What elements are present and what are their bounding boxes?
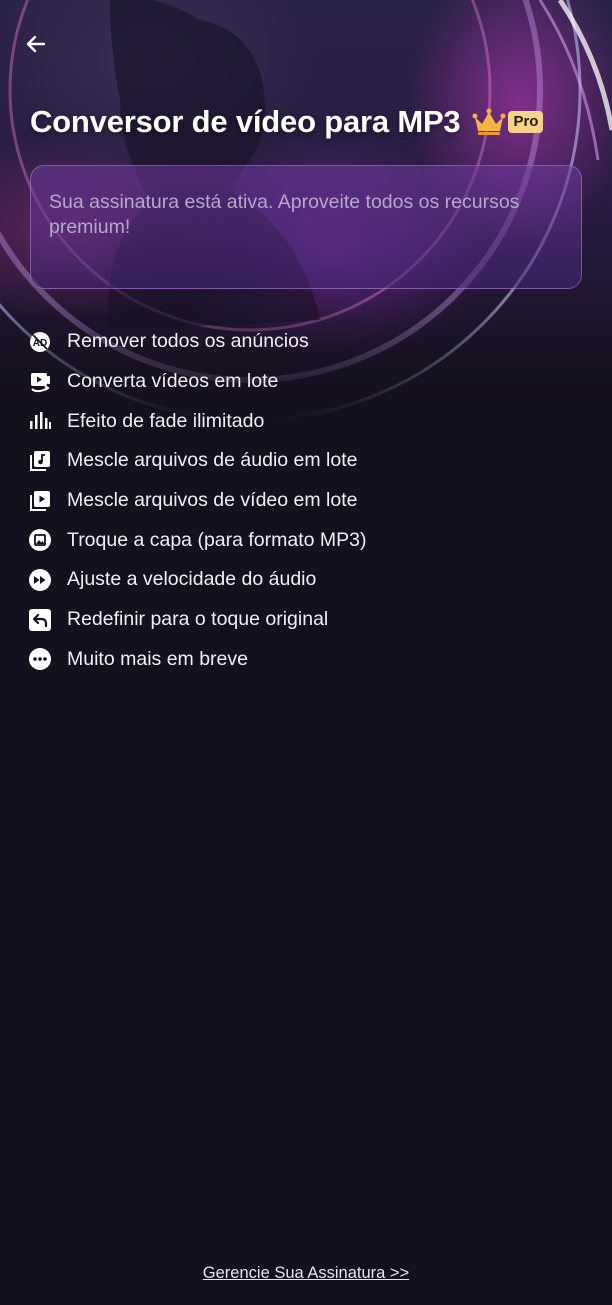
batch-video-convert-icon	[28, 370, 52, 394]
feature-label: Efeito de fade ilimitado	[67, 409, 265, 432]
feature-list: AD Remover todos os anúncios Converta ví…	[28, 322, 588, 679]
feature-label: Remover todos os anúncios	[67, 330, 309, 353]
feature-label: Muito mais em breve	[67, 647, 248, 670]
feature-label: Mescle arquivos de áudio em lote	[67, 449, 358, 472]
feature-label: Troque a capa (para formato MP3)	[67, 528, 367, 551]
ad-icon: AD	[28, 330, 52, 354]
page-title: Conversor de vídeo para MP3	[30, 104, 461, 139]
fast-forward-icon	[28, 568, 52, 592]
image-cover-icon	[28, 528, 52, 552]
feature-item: Converta vídeos em lote	[28, 362, 588, 402]
reset-arrow-icon	[28, 608, 52, 632]
feature-item: Mescle arquivos de vídeo em lote	[28, 481, 588, 521]
feature-item: Ajuste a velocidade do áudio	[28, 560, 588, 600]
feature-label: Redefinir para o toque original	[67, 608, 329, 631]
subscription-status-text: Sua assinatura está ativa. Aproveite tod…	[49, 191, 520, 238]
feature-item: Redefinir para o toque original	[28, 600, 588, 640]
arrow-left-icon	[26, 35, 46, 53]
video-library-icon	[28, 489, 52, 513]
feature-item: Efeito de fade ilimitado	[28, 401, 588, 441]
feature-item: Mescle arquivos de áudio em lote	[28, 441, 588, 481]
manage-subscription-link[interactable]: Gerencie Sua Assinatura >>	[0, 1264, 612, 1283]
pro-badge: Pro	[508, 111, 544, 133]
back-button[interactable]	[20, 28, 52, 60]
audio-library-icon	[28, 449, 52, 473]
header: Conversor de vídeo para MP3 Pro	[30, 98, 544, 146]
subscription-status-card: Sua assinatura está ativa. Aproveite tod…	[30, 165, 582, 289]
feature-label: Mescle arquivos de vídeo em lote	[67, 489, 358, 512]
feature-item: Troque a capa (para formato MP3)	[28, 520, 588, 560]
more-dots-icon	[28, 647, 52, 671]
feature-label: Ajuste a velocidade do áudio	[67, 568, 317, 591]
equalizer-bars-icon	[28, 409, 52, 433]
feature-label: Converta vídeos em lote	[67, 370, 279, 393]
feature-item: Muito mais em breve	[28, 640, 588, 680]
feature-item: AD Remover todos os anúncios	[28, 322, 588, 362]
crown-icon	[472, 108, 506, 135]
